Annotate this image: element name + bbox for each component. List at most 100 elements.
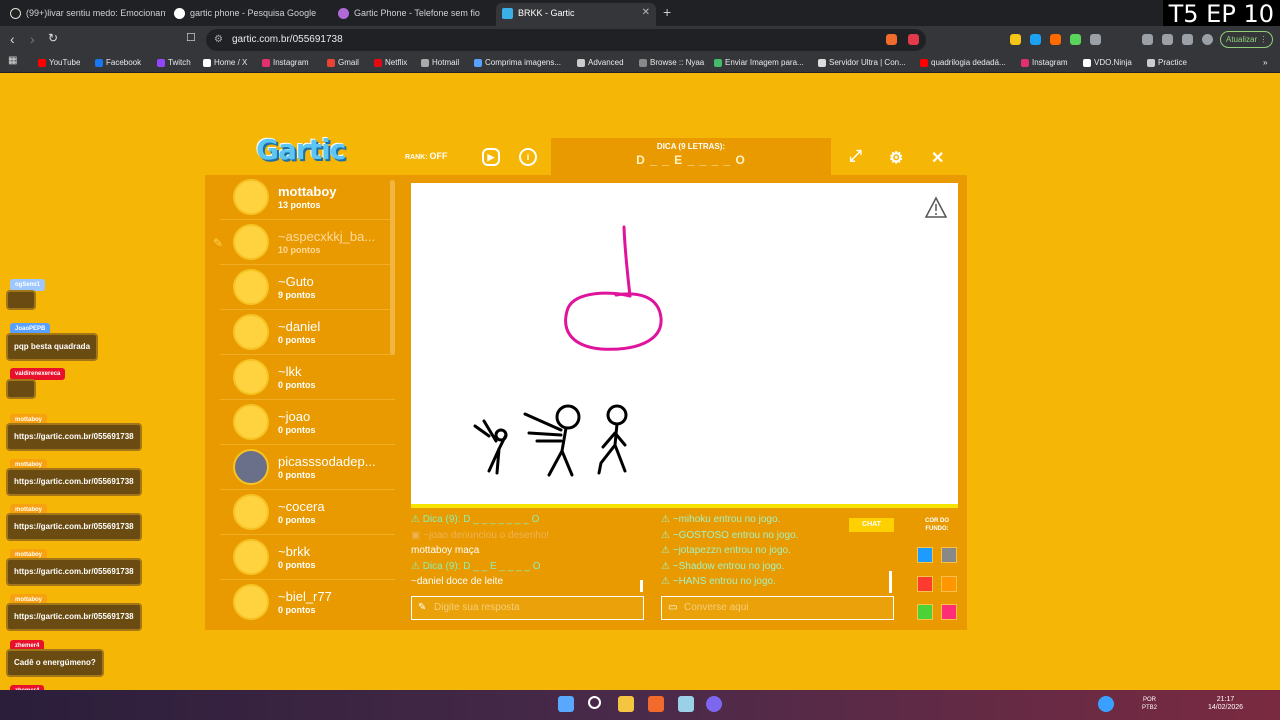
file-explorer-icon[interactable] [618,696,634,712]
bookmark-comprima[interactable]: Comprima imagens... [474,57,561,69]
sidebar-icon[interactable] [1162,34,1173,45]
download-icon[interactable] [1050,34,1061,45]
bookmark-star-icon[interactable]: ☐ [186,31,196,44]
bookmark-vdo-ninja[interactable]: VDO.Ninja [1083,57,1132,69]
address-bar-row: ‹ › ↻ ☐ ⚙ gartic.com.br/055691738 Atuali… [0,26,1280,54]
clock[interactable]: 21:17 14/02/2026 [1208,696,1243,712]
video-icon[interactable]: ▶ [482,148,500,166]
player-row[interactable]: ~lkk 0 pontos [220,355,395,400]
chat-scrollbar[interactable] [889,571,892,593]
bg-color-blue[interactable] [917,547,933,563]
player-row[interactable]: picasssodadep... 0 pontos [220,445,395,490]
extension-icon[interactable] [1010,34,1021,45]
bookmark-gmail[interactable]: Gmail [327,57,359,69]
extension-icon[interactable] [1030,34,1041,45]
bookmark-twitch[interactable]: Twitch [157,57,191,69]
info-icon[interactable]: i [519,148,537,166]
close-tab-icon[interactable]: ✕ [642,3,650,23]
update-button[interactable]: Atualizar ⋮ [1220,31,1274,48]
settings-gear-icon[interactable]: ⚙ [889,148,903,168]
bg-color-pink[interactable] [941,604,957,620]
site-info-icon[interactable]: ⚙ [214,29,223,51]
brave-browser-icon[interactable] [648,696,664,712]
bookmark-x[interactable]: Home / X [203,57,247,69]
tab-gartic-phone[interactable]: Gartic Phone - Telefone sem fio [332,3,494,26]
bookmark-instagram[interactable]: Instagram [262,57,309,69]
bookmark-label: Gmail [338,58,359,67]
media-icon[interactable] [1142,34,1153,45]
search-icon[interactable] [588,696,601,709]
player-points: 0 pontos [278,560,316,570]
player-row[interactable]: ~daniel 0 pontos [220,310,395,355]
more-bookmarks-icon[interactable]: » [1252,57,1267,69]
clock-time: 21:17 [1216,696,1235,703]
player-name: ~daniel [278,319,321,334]
app-icon[interactable] [678,696,694,712]
wallet-icon[interactable] [1182,34,1193,45]
discord-icon[interactable] [706,696,722,712]
bg-color-red[interactable] [917,576,933,592]
apps-grid-icon[interactable]: ▦ [8,55,17,66]
bookmark-label: Advanced [588,58,624,67]
answer-log-scrollbar[interactable] [640,580,643,592]
player-avatar [233,224,269,260]
bookmark-nyaa[interactable]: Browse :: Nyaa [639,57,704,69]
bookmark-label: Practice [1158,58,1187,67]
forward-icon[interactable]: › [30,31,35,47]
tray-app-icon[interactable] [1098,696,1114,712]
hint-title: DICA (9 LETRAS): [656,142,726,151]
brave-shield-icon[interactable] [886,34,897,45]
brave-rewards-icon[interactable] [908,34,919,45]
answer-line-report: ▣ ~joao denunciou o desenho! [411,529,550,541]
url-field[interactable]: ⚙ gartic.com.br/055691738 [206,29,926,51]
bg-color-green[interactable] [917,604,933,620]
report-warning-icon[interactable] [924,196,948,220]
tab-tiktok[interactable]: (99+)livar sentiu medo: Emocionante [4,3,166,26]
bookmark-hotmail[interactable]: Hotmail [421,57,459,69]
answer-line: mottaboy maça [411,545,480,556]
bookmark-facebook[interactable]: Facebook [95,57,141,69]
extension-icon[interactable] [1070,34,1081,45]
vpn-icon[interactable] [1202,34,1213,45]
answer-input[interactable]: ✎ Digite sua resposta [411,596,644,620]
bookmark-youtube[interactable]: YouTube [38,57,80,69]
rank-indicator[interactable]: RANK: OFF [405,151,448,161]
bookmark-instagram-2[interactable]: Instagram [1021,57,1068,69]
stream-chat-message: pqp besta quadrada [6,333,99,361]
windows-start-icon[interactable] [558,696,574,712]
new-tab-button[interactable]: + [663,4,671,20]
bookmark-netflix[interactable]: Netflix [374,57,407,69]
bg-color-gray[interactable] [941,547,957,563]
player-row[interactable]: ~cocera 0 pontos [220,490,395,535]
bookmark-quadrilogia[interactable]: quadrilogia dedadá... [920,57,1006,69]
bookmarks-bar: ▦ YouTube Facebook Twitch Home / X Insta… [0,54,1280,73]
tab-google[interactable]: gartic phone - Pesquisa Google [168,3,330,26]
language-indicator[interactable]: POR PTB2 [1142,696,1157,712]
player-row[interactable]: ~brkk 0 pontos [220,535,395,580]
player-row[interactable]: ~biel_r77 0 pontos [220,580,395,625]
gmail-icon [327,59,335,67]
player-points: 0 pontos [278,470,316,480]
back-icon[interactable]: ‹ [10,31,15,47]
player-list-scrollbar[interactable] [390,180,395,355]
chat-input[interactable]: ▭ Converse aqui [661,596,894,620]
google-icon [174,8,185,19]
fullscreen-icon[interactable]: ⤢ [849,148,862,166]
bookmark-label: Comprima imagens... [485,58,562,67]
player-row[interactable]: ~joao 0 pontos [220,400,395,445]
bookmark-advanced[interactable]: Advanced [577,57,624,69]
reload-icon[interactable]: ↻ [48,31,58,45]
bookmark-practice[interactable]: Practice [1147,57,1187,69]
chat-toggle-button[interactable]: CHAT [849,518,894,532]
puzzle-icon[interactable] [1090,34,1101,45]
drawing-canvas[interactable] [411,183,958,507]
player-row[interactable]: mottaboy 13 pontos [220,175,395,220]
bookmark-servidor[interactable]: Servidor Ultra | Con... [818,57,906,69]
close-icon[interactable]: ✕ [931,148,944,168]
answer-line: ~daniel doce de leite [411,576,504,587]
bg-color-orange[interactable] [941,576,957,592]
player-row[interactable]: ~aspecxkkj_ba... 10 pontos [220,220,395,265]
player-row[interactable]: ~Guto 9 pontos [220,265,395,310]
tab-gartic-active[interactable]: BRKK - Gartic ✕ [496,3,656,26]
bookmark-enviar-imagem[interactable]: Enviar Imagem para... [714,57,804,69]
